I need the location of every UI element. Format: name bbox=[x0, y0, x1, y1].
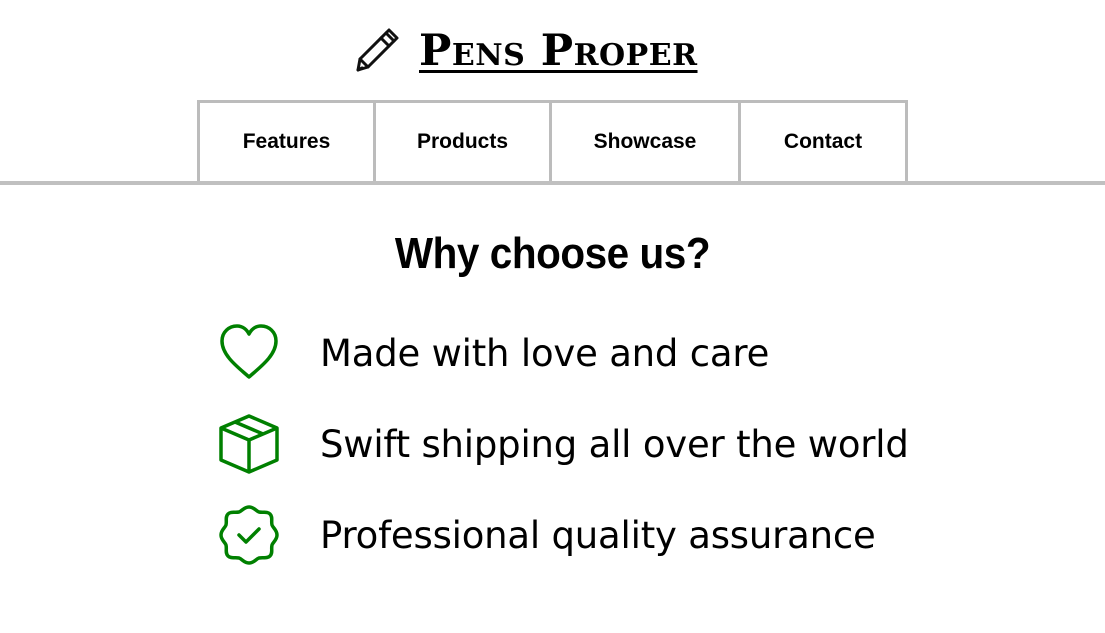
feature-text: Swift shipping all over the world bbox=[320, 422, 909, 466]
pen-icon bbox=[347, 23, 403, 79]
package-icon bbox=[216, 411, 282, 477]
nav-item-products[interactable]: Products bbox=[373, 100, 552, 181]
nav-item-showcase[interactable]: Showcase bbox=[549, 100, 741, 181]
feature-item: Made with love and care bbox=[216, 318, 909, 388]
feature-list: Made with love and care Swift shipping a… bbox=[216, 318, 909, 591]
nav-item-contact[interactable]: Contact bbox=[738, 100, 908, 181]
feature-item: Swift shipping all over the world bbox=[216, 409, 909, 479]
heart-icon bbox=[216, 320, 282, 386]
nav-item-features[interactable]: Features bbox=[197, 100, 376, 181]
features-heading: Why choose us? bbox=[394, 229, 711, 278]
feature-text: Made with love and care bbox=[320, 331, 770, 375]
page: Pens Proper Features Products Showcase C… bbox=[0, 0, 1105, 633]
feature-item: Professional quality assurance bbox=[216, 500, 909, 570]
site-header: Pens Proper Features Products Showcase C… bbox=[0, 0, 1105, 185]
quality-badge-icon bbox=[216, 502, 282, 568]
brand-logo-link[interactable]: Pens Proper bbox=[347, 22, 698, 80]
brand-name: Pens Proper bbox=[419, 25, 698, 76]
feature-text: Professional quality assurance bbox=[320, 513, 876, 557]
main-nav: Features Products Showcase Contact bbox=[197, 100, 908, 181]
